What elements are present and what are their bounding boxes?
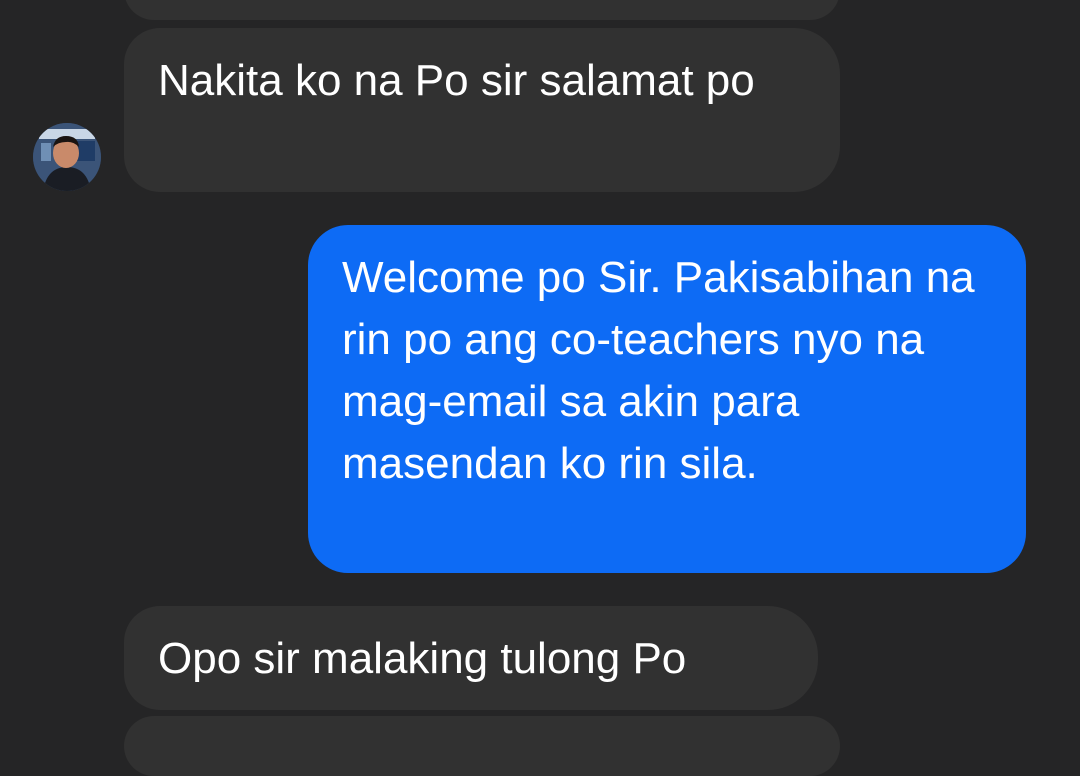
sent-message-bubble[interactable]: Welcome po Sir. Pakisabihan na rin po an… [308,225,1026,573]
message-text: Welcome po Sir. Pakisabihan na rin po an… [342,253,975,488]
message-bubble-partial-top[interactable] [124,0,840,20]
person-avatar-icon [33,123,101,191]
sender-avatar[interactable] [33,123,101,191]
received-message-bubble[interactable]: Nakita ko na Po sir salamat po [124,28,840,192]
message-text: Opo sir malaking tulong Po [158,634,687,683]
message-bubble-partial-bottom[interactable] [124,716,840,776]
message-text: Nakita ko na Po sir salamat po [158,56,755,105]
received-message-bubble[interactable]: Opo sir malaking tulong Po [124,606,818,710]
